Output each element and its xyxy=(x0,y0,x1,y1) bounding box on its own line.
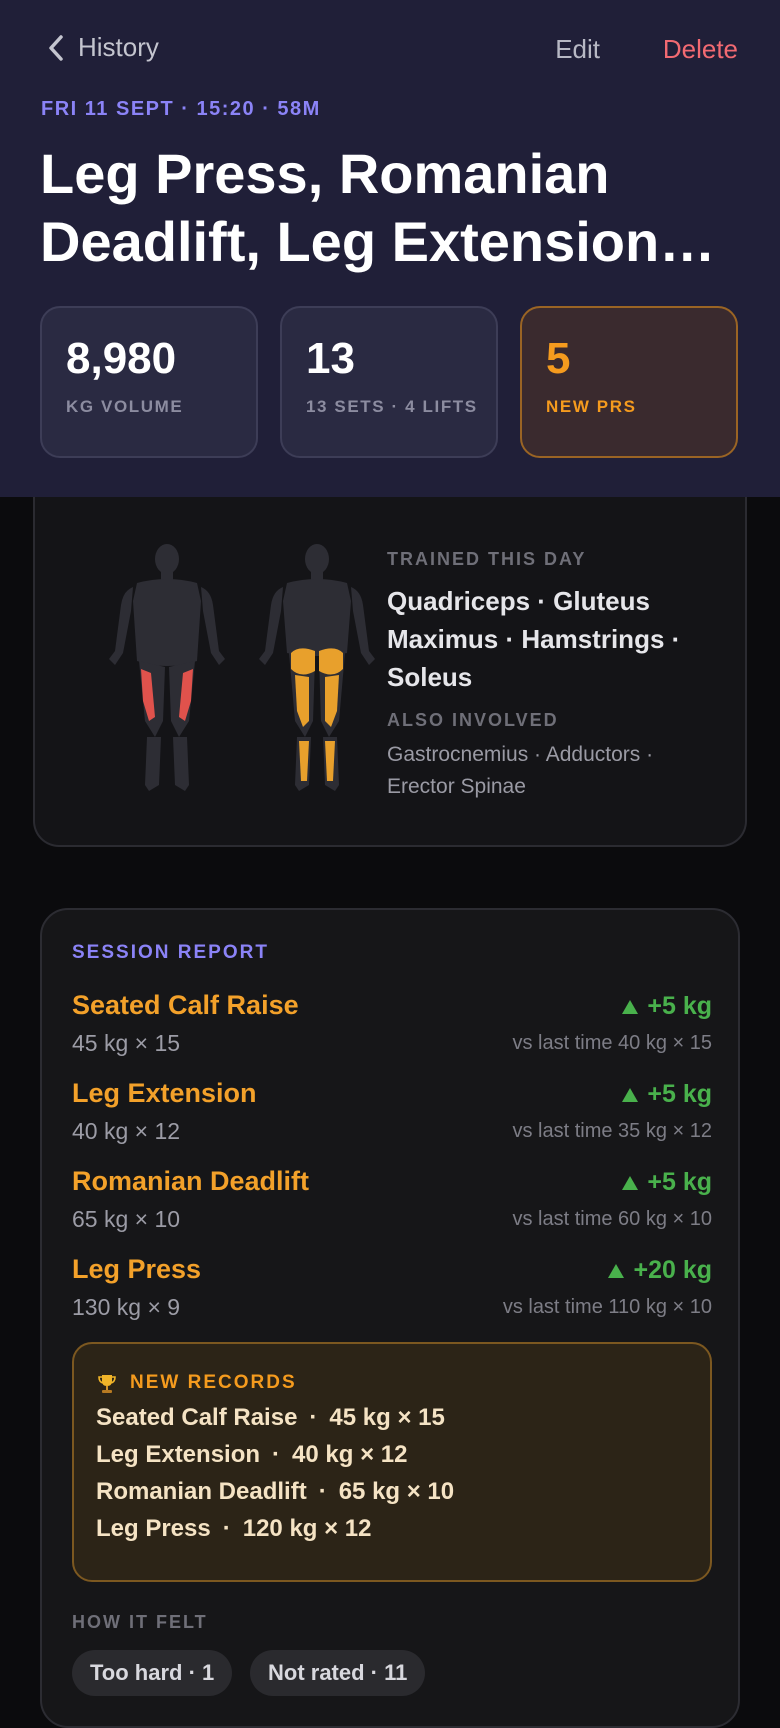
record-value: 40 kg × 12 xyxy=(292,1441,408,1468)
stat-label: KG VOLUME xyxy=(66,397,184,416)
records-title: NEW RECORDS xyxy=(96,1372,297,1394)
muscle-map-card: TRAINED THIS DAY Quadriceps · Gluteus Ma… xyxy=(33,497,747,847)
stat-volume: 8,980 KG VOLUME xyxy=(40,306,258,458)
stat-label: 13 SETS · 4 LIFTS xyxy=(306,397,478,416)
back-label: History xyxy=(78,32,159,62)
new-records-panel: NEW RECORDS Seated Calf Raise · 45 kg × 15… xyxy=(72,1342,712,1582)
exercise-set: 40 kg × 12 xyxy=(72,1118,181,1144)
exercise-delta: +5 kg xyxy=(621,1080,712,1109)
exercise-row[interactable]: Leg Press 130 kg × 9 +20 kg vs last time… xyxy=(72,1254,712,1334)
body-map-illustration xyxy=(109,544,375,791)
edit-button[interactable]: Edit xyxy=(555,34,600,65)
record-row: Seated Calf Raise · 45 kg × 15 xyxy=(96,1404,445,1431)
exercise-name: Leg Extension xyxy=(72,1078,257,1108)
triangle-up-icon xyxy=(622,999,639,1014)
involved-caption: ALSO INVOLVED xyxy=(387,710,559,730)
delta-value: +5 kg xyxy=(647,1080,712,1108)
exercise-set: 65 kg × 10 xyxy=(72,1206,181,1232)
triangle-up-icon xyxy=(622,1175,639,1190)
record-value: 65 kg × 10 xyxy=(338,1478,455,1505)
trained-front-quads xyxy=(141,669,193,721)
exercise-row[interactable]: Seated Calf Raise 45 kg × 15 +5 kg vs la… xyxy=(72,990,712,1070)
record-row: Leg Extension · 40 kg × 12 xyxy=(96,1441,408,1468)
exercise-set: 45 kg × 15 xyxy=(72,1030,181,1056)
stat-value: 8,980 xyxy=(66,334,177,383)
session-header: History Edit Delete FRI 11 SEPT · 15:20 … xyxy=(0,0,780,497)
page-title: Leg Press, Romanian Deadlift, Leg Extens… xyxy=(40,142,716,273)
felt-chip-not-rated[interactable]: Not rated · 11 xyxy=(250,1650,426,1696)
session-report-card: SESSION REPORT Seated Calf Raise 45 kg ×… xyxy=(40,908,740,1728)
record-row: Romanian Deadlift · 65 kg × 10 xyxy=(96,1478,455,1505)
exercise-previous: vs last time 110 kg × 10 xyxy=(502,1296,712,1318)
report-heading: SESSION REPORT xyxy=(72,942,269,963)
delta-value: +20 kg xyxy=(633,1256,712,1284)
felt-chip-too-hard[interactable]: Too hard · 1 xyxy=(72,1650,233,1696)
exercise-previous: vs last time 35 kg × 12 xyxy=(512,1120,712,1142)
stat-sets: 13 13 SETS · 4 LIFTS xyxy=(280,306,498,458)
triangle-up-icon xyxy=(608,1263,625,1278)
exercise-name: Leg Press xyxy=(72,1254,202,1284)
records-title-label: NEW RECORDS xyxy=(130,1372,297,1393)
exercise-delta: +5 kg xyxy=(621,992,712,1021)
body-front-figure xyxy=(109,544,225,791)
exercise-name: Romanian Deadlift xyxy=(72,1166,310,1196)
stat-label: NEW PRS xyxy=(546,397,637,416)
stat-value: 5 xyxy=(546,334,571,383)
stat-value: 13 xyxy=(306,334,355,383)
stat-new-prs[interactable]: 5 NEW PRS xyxy=(520,306,738,458)
delta-value: +5 kg xyxy=(647,992,712,1020)
felt-caption: HOW IT FELT xyxy=(72,1612,208,1632)
delta-value: +5 kg xyxy=(647,1168,712,1196)
body-back-figure xyxy=(259,544,375,791)
back-button[interactable]: History xyxy=(46,32,159,63)
session-meta: FRI 11 SEPT · 15:20 · 58M xyxy=(41,98,321,120)
record-name: Leg Press xyxy=(96,1515,211,1542)
muscle-summary: TRAINED THIS DAY Quadriceps · Gluteus Ma… xyxy=(387,549,707,803)
record-row: Leg Press · 120 kg × 12 xyxy=(96,1515,372,1542)
exercise-previous: vs last time 60 kg × 10 xyxy=(512,1208,712,1230)
record-name: Leg Extension xyxy=(96,1441,261,1468)
trained-muscles: Quadriceps · Gluteus Maximus · Hamstring… xyxy=(387,586,681,692)
exercise-delta: +5 kg xyxy=(621,1168,712,1197)
record-name: Romanian Deadlift xyxy=(96,1478,307,1505)
delete-button[interactable]: Delete xyxy=(663,34,738,65)
exercise-delta: +20 kg xyxy=(607,1256,712,1285)
record-value: 120 kg × 12 xyxy=(242,1515,372,1542)
record-value: 45 kg × 15 xyxy=(329,1404,445,1431)
involved-muscles: Gastrocnemius · Adductors · Erector Spin… xyxy=(387,743,654,798)
exercise-row[interactable]: Leg Extension 40 kg × 12 +5 kg vs last t… xyxy=(72,1078,712,1158)
trophy-icon xyxy=(98,1375,116,1393)
triangle-up-icon xyxy=(622,1087,639,1102)
exercise-name: Seated Calf Raise xyxy=(72,990,299,1020)
chevron-left-icon xyxy=(49,34,63,61)
exercise-set: 130 kg × 9 xyxy=(72,1294,181,1320)
exercise-row[interactable]: Romanian Deadlift 65 kg × 10 +5 kg vs la… xyxy=(72,1166,712,1246)
record-name: Seated Calf Raise xyxy=(96,1404,298,1431)
exercise-previous: vs last time 40 kg × 15 xyxy=(512,1032,712,1054)
top-bar: History Edit Delete xyxy=(0,30,780,70)
trained-caption: TRAINED THIS DAY xyxy=(387,549,587,569)
